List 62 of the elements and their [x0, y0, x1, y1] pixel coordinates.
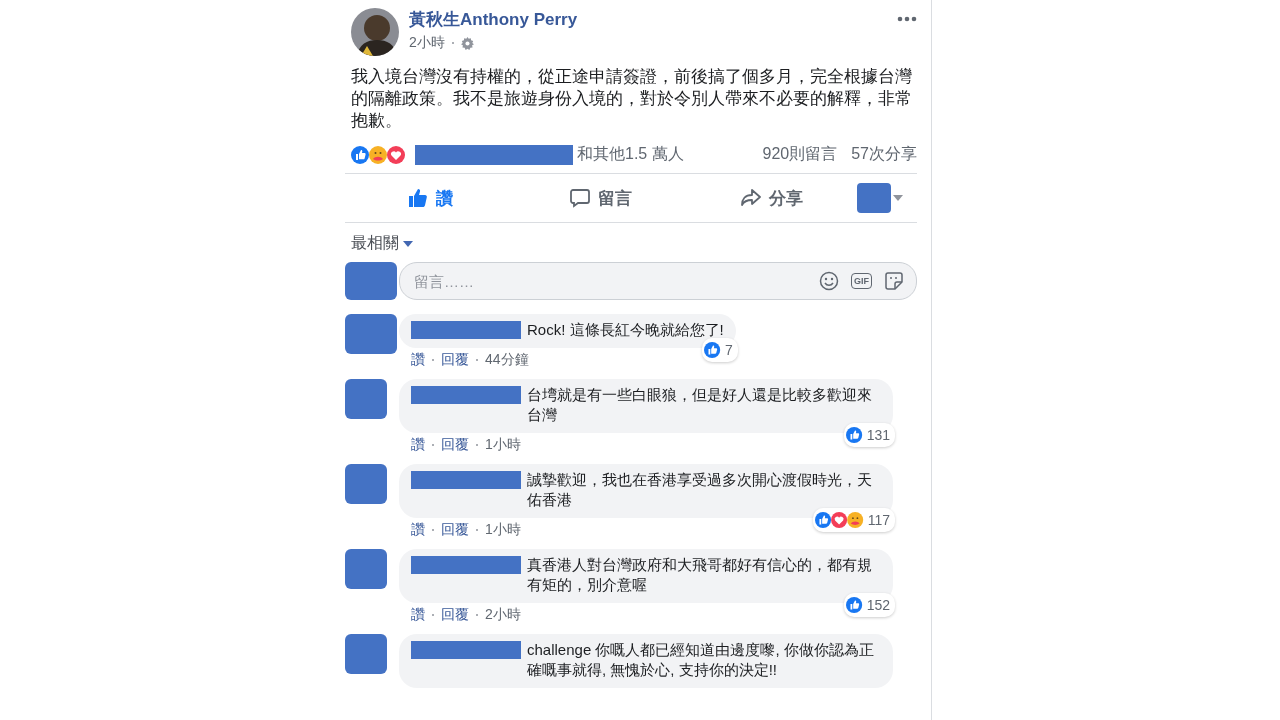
reaction-count-badge[interactable]: 117 — [812, 508, 895, 532]
comment-text: 誠摯歡迎，我也在香港享受過多次開心渡假時光，天佑香港 — [527, 470, 873, 510]
like-button[interactable]: 讚 — [345, 185, 516, 211]
redaction-block — [345, 262, 397, 300]
author-name[interactable]: 黃秋生Anthony Perry — [409, 8, 887, 31]
comment-time[interactable]: 1小時 — [485, 436, 521, 454]
comment-time[interactable]: 44分鐘 — [485, 351, 529, 369]
reaction-summary[interactable]: 和其他1.5 萬人 — [577, 144, 684, 165]
redaction-block — [345, 634, 387, 674]
thumbs-up-reaction-icon — [351, 145, 369, 164]
hugging-face-reaction-icon — [846, 511, 863, 529]
reply-link[interactable]: 回覆 — [441, 521, 469, 539]
thumbs-up-reaction-icon — [845, 596, 862, 614]
share-button[interactable]: 分享 — [686, 185, 857, 211]
speech-bubble-icon — [570, 188, 590, 208]
post-text: 我入境台灣沒有持權的，從正途申請簽證，前後搞了個多月，完全根據台灣的隔離政策。我不是旅遊身份入境的，對於令別人帶來不必要的解釋，非常抱歉。 — [350, 66, 913, 132]
reaction-count-badge[interactable]: 131 — [843, 423, 895, 447]
reaction-count: 117 — [867, 511, 890, 530]
comment-time[interactable]: 1小時 — [485, 521, 521, 539]
thumbs-up-icon — [407, 188, 428, 208]
gif-button[interactable]: GIF — [851, 273, 872, 289]
comment-button[interactable]: 留言 — [515, 185, 687, 211]
comment-time[interactable]: 2小時 — [485, 606, 521, 624]
post-time[interactable]: 2小時 — [409, 34, 445, 52]
sticker-icon[interactable] — [884, 271, 904, 291]
like-link[interactable]: 讚 — [411, 521, 425, 539]
comment-text: 台塆就是有一些白眼狼，但是好人還是比較多歡迎來台灣 — [527, 385, 873, 425]
reaction-count: 131 — [866, 426, 890, 445]
comment-text: 真香港人對台灣政府和大飛哥都好有信心的，都有規有矩的，別介意喔 — [527, 555, 873, 595]
like-link[interactable]: 讚 — [411, 351, 425, 369]
reaction-count: 152 — [866, 596, 890, 615]
redaction-block — [857, 183, 891, 213]
reply-link[interactable]: 回覆 — [441, 606, 469, 624]
like-link[interactable]: 讚 — [411, 606, 425, 624]
reply-link[interactable]: 回覆 — [441, 351, 469, 369]
heart-reaction-icon — [387, 145, 405, 164]
caret-icon[interactable] — [893, 195, 903, 201]
thumbs-up-reaction-icon — [845, 426, 862, 444]
comment-field[interactable]: 留言…… GIF — [399, 262, 917, 300]
thumbs-up-reaction-icon — [814, 511, 831, 529]
comment-text: Rock! 這條長紅今晚就給您了! — [527, 320, 724, 340]
more-options-icon[interactable] — [897, 16, 917, 22]
caret-icon[interactable] — [403, 240, 413, 247]
reaction-count: 7 — [724, 341, 733, 360]
sort-label[interactable]: 最相關 — [351, 233, 399, 254]
hugging-face-reaction-icon — [369, 145, 387, 164]
comment-count[interactable]: 920則留言 — [762, 144, 838, 165]
redaction-block — [345, 379, 387, 419]
smiley-icon[interactable] — [819, 271, 839, 291]
reaction-count-badge[interactable]: 152 — [843, 593, 895, 617]
redaction-block — [345, 464, 387, 504]
reaction-count-badge[interactable]: 7 — [701, 338, 738, 362]
share-arrow-icon — [740, 188, 761, 208]
reply-link[interactable]: 回覆 — [441, 436, 469, 454]
redaction-block — [345, 549, 387, 589]
comment-text: challenge 你嘅人都已經知道由邊度嚟, 你做你認為正確嘅事就得, 無愧於心, 支持你的決定!! — [527, 640, 875, 680]
settings-icon[interactable] — [460, 36, 474, 50]
redaction-block — [345, 314, 397, 354]
share-count[interactable]: 57次分享 — [851, 144, 917, 165]
heart-reaction-icon — [830, 511, 847, 529]
like-link[interactable]: 讚 — [411, 436, 425, 454]
thumbs-up-reaction-icon — [703, 341, 721, 359]
